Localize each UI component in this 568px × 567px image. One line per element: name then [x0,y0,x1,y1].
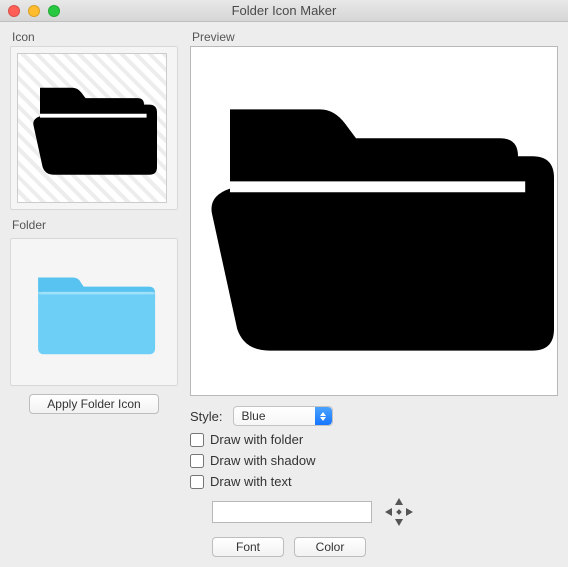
icon-section-label: Icon [12,30,178,44]
font-button[interactable]: Font [212,537,284,557]
folder-panel [10,238,178,386]
color-button[interactable]: Color [294,537,366,557]
text-input[interactable] [212,501,372,523]
folder-icon[interactable] [29,262,159,362]
style-label: Style: [190,409,223,424]
draw-with-text-label: Draw with text [210,474,292,489]
icon-thumbnail[interactable] [17,53,167,203]
style-select-value: Blue [242,409,266,423]
window-title: Folder Icon Maker [0,3,568,18]
close-icon[interactable] [8,5,20,17]
open-folder-icon [27,73,157,183]
minimize-icon[interactable] [28,5,40,17]
zoom-icon[interactable] [48,5,60,17]
draw-with-folder-label: Draw with folder [210,432,303,447]
move-icon[interactable] [382,495,416,529]
draw-with-shadow-checkbox[interactable] [190,454,204,468]
open-folder-icon [194,71,554,371]
traffic-lights [0,5,60,17]
icon-panel [10,46,178,210]
preview-section-label: Preview [192,30,558,44]
preview-area[interactable] [190,46,558,396]
title-bar: Folder Icon Maker [0,0,568,22]
folder-section-label: Folder [12,218,178,232]
draw-with-text-checkbox[interactable] [190,475,204,489]
style-select[interactable]: Blue [233,406,333,426]
apply-folder-icon-button[interactable]: Apply Folder Icon [29,394,159,414]
draw-with-shadow-label: Draw with shadow [210,453,316,468]
controls-area: Style: Blue Draw with folder Draw with s… [190,406,558,557]
select-arrows-icon [315,407,332,425]
draw-with-folder-checkbox[interactable] [190,433,204,447]
